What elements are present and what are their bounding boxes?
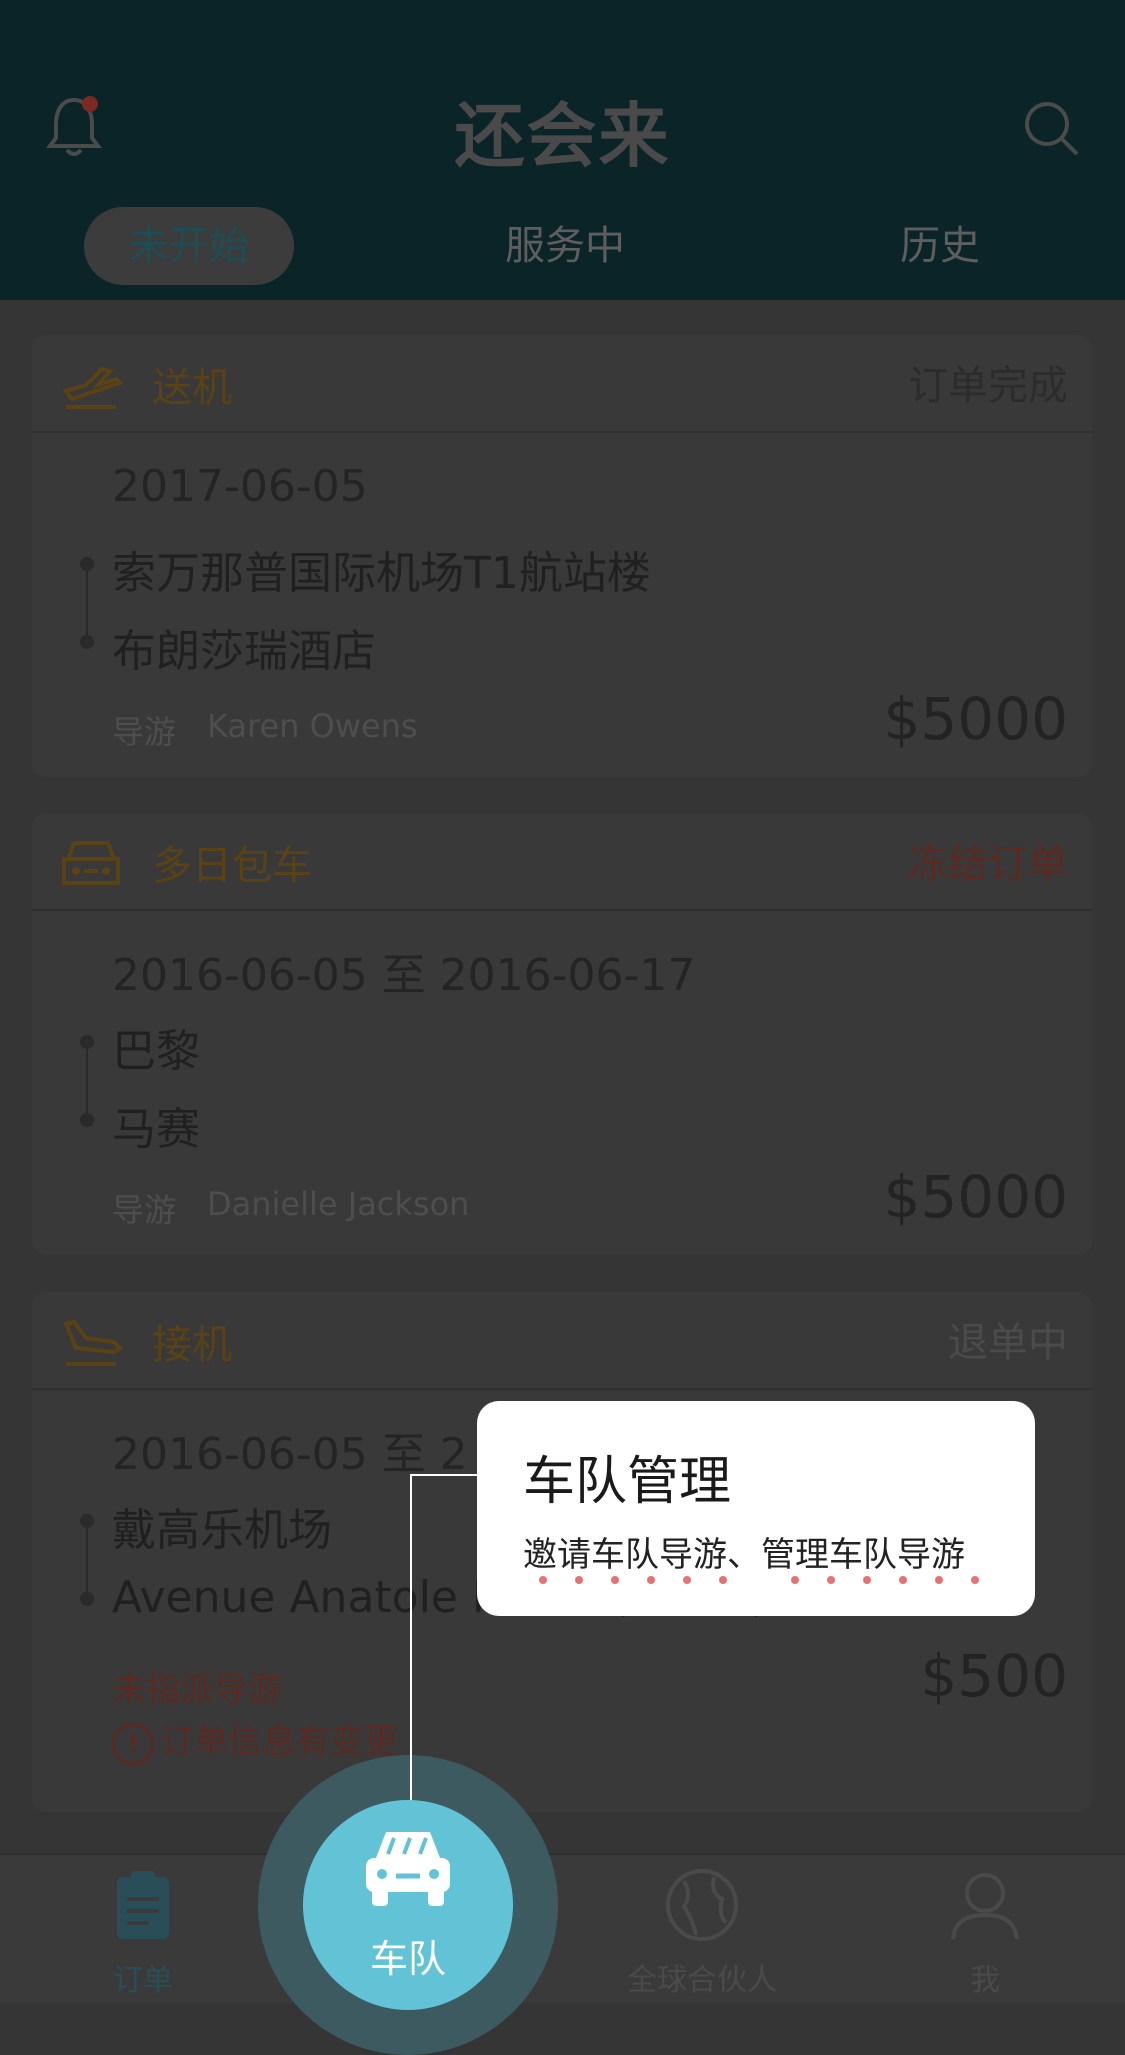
order-card-header: 多日包车 冻结订单 (32, 813, 1092, 911)
fleet-button[interactable]: 车队 (303, 1800, 513, 2010)
order-change-text: 订单信息有变更 (160, 1722, 398, 1762)
route-line (86, 1521, 88, 1599)
tab-in-service[interactable]: 服务中 (460, 207, 670, 285)
order-card-header: 接机 退单中 (32, 1292, 1092, 1390)
order-from: 戴高乐机场 (112, 1505, 332, 1556)
order-card[interactable]: 送机 订单完成 2017-06-05 索万那普国际机场T1航站楼 布朗莎瑞酒店 … (32, 335, 1092, 777)
order-status: 冻结订单 (908, 841, 1068, 887)
order-status: 退单中 (948, 1320, 1068, 1366)
order-status: 订单完成 (908, 363, 1068, 409)
order-card[interactable]: 多日包车 冻结订单 2016-06-05 至 2016-06-17 巴黎 马赛 … (32, 813, 1092, 1255)
tooltip-connector (410, 1476, 412, 1801)
guide-name: Karen Owens (207, 707, 418, 745)
order-to: 布朗莎瑞酒店 (112, 626, 376, 677)
onboarding-tooltip[interactable]: 车队管理 邀请车队导游、管理车队导游 (477, 1401, 1035, 1616)
route-dot (80, 1592, 94, 1606)
globe-icon (666, 1869, 738, 1941)
order-type: 多日包车 (152, 843, 312, 889)
arrival-plane-icon (63, 1319, 124, 1366)
tab-global-partners-label: 全球合伙人 (627, 1963, 777, 1998)
clipboard-icon (117, 1871, 169, 1939)
guide-label: 导游 (112, 1191, 177, 1229)
app: 还会来 未开始 服务中 历史 送机 订单完成 2017-06-05 索万那普国际… (0, 0, 1125, 2055)
tab-orders-label: 订单 (113, 1963, 173, 1998)
app-title: 还会来 (454, 95, 671, 177)
fleet-car-icon (366, 1832, 450, 1906)
alert-icon: ! (112, 1722, 154, 1765)
status-tabs: 未开始 服务中 历史 (0, 207, 1125, 287)
order-price: $5000 (883, 685, 1068, 753)
order-type: 送机 (152, 365, 232, 411)
tab-me[interactable]: 我 (895, 1865, 1075, 1999)
tooltip-title: 车队管理 (523, 1452, 732, 1512)
order-date: 2017-06-05 (112, 461, 368, 512)
order-price: $500 (920, 1642, 1068, 1710)
route-dot (80, 635, 94, 649)
car-icon (62, 841, 120, 885)
order-date: 2016-06-05 至 2 (112, 1429, 468, 1480)
order-from: 巴黎 (112, 1026, 200, 1077)
bottom-tab-bar: 订单 全球合伙人 我 (0, 1853, 1125, 2003)
route-line (86, 564, 88, 642)
tab-me-label: 我 (970, 1963, 1000, 1998)
order-card-header: 送机 订单完成 (32, 335, 1092, 433)
tooltip-subtitle: 邀请车队导游、管理车队导游 (523, 1535, 965, 1575)
tab-not-started[interactable]: 未开始 (84, 207, 294, 285)
user-icon (951, 1873, 1019, 1940)
order-to: 马赛 (112, 1104, 200, 1155)
guide-name: Danielle Jackson (207, 1185, 470, 1223)
emphasis-dots (539, 1576, 979, 1584)
tab-history[interactable]: 历史 (835, 207, 1045, 285)
search-icon[interactable] (1021, 98, 1081, 158)
order-type: 接机 (152, 1322, 232, 1368)
departure-plane-icon (62, 366, 124, 409)
order-from: 索万那普国际机场T1航站楼 (112, 548, 651, 599)
order-date: 2016-06-05 至 2016-06-17 (112, 950, 696, 1001)
order-change-notice: ! 订单信息有变更 (112, 1714, 398, 1765)
route-dot (80, 1113, 94, 1127)
fleet-button-label: 车队 (369, 1937, 446, 1981)
unassigned-guide-text: 未指派导游 (112, 1670, 282, 1710)
guide-label: 导游 (112, 713, 177, 751)
order-price: $5000 (883, 1163, 1068, 1231)
header: 还会来 未开始 服务中 历史 (0, 0, 1125, 300)
tab-global-partners[interactable]: 全球合伙人 (612, 1865, 792, 1999)
route-line (86, 1042, 88, 1120)
tooltip-connector (410, 1474, 480, 1476)
tab-orders[interactable]: 订单 (53, 1865, 233, 1999)
